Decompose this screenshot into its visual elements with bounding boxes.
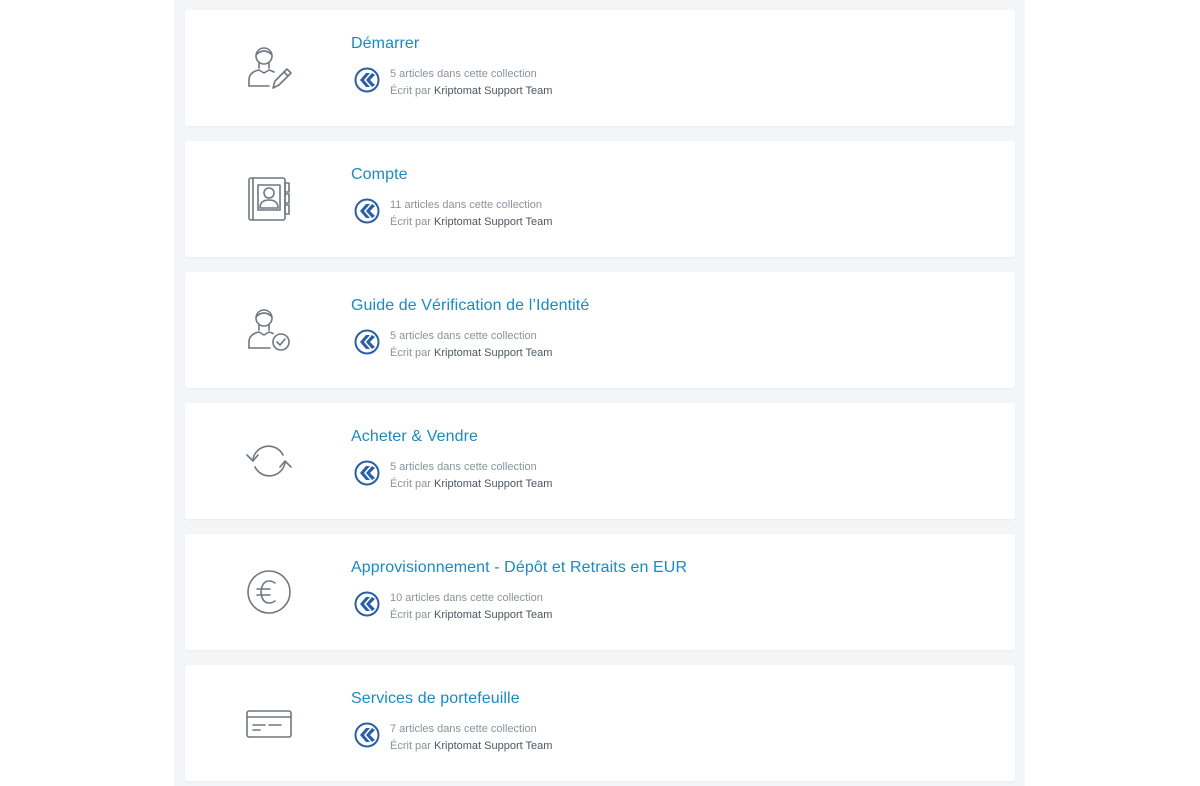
written-by-prefix: Écrit par: [390, 609, 431, 621]
user-check-icon: [243, 304, 295, 356]
credit-card-icon: [243, 697, 295, 749]
written-by: Écrit par Kriptomat Support Team: [390, 607, 552, 624]
user-edit-icon: [243, 42, 295, 94]
written-by: Écrit par Kriptomat Support Team: [390, 83, 552, 100]
collection-title[interactable]: Guide de Vérification de l’Identité: [351, 297, 589, 315]
collection-title[interactable]: Acheter & Vendre: [351, 428, 478, 446]
collection-meta: 11 articles dans cette collection Écrit …: [390, 197, 552, 231]
collection-title[interactable]: Services de portefeuille: [351, 690, 520, 708]
article-count: 5 articles dans cette collection: [390, 68, 537, 80]
written-by-prefix: Écrit par: [390, 85, 431, 97]
exchange-arrows-icon: [243, 435, 295, 487]
author-name: Kriptomat Support Team: [434, 478, 553, 490]
author-avatar: [353, 66, 381, 94]
collection-meta: 5 articles dans cette collection Écrit p…: [390, 459, 552, 493]
article-count: 5 articles dans cette collection: [390, 461, 537, 473]
collection-title[interactable]: Compte: [351, 166, 408, 184]
author-name: Kriptomat Support Team: [434, 347, 553, 359]
author-avatar: [353, 328, 381, 356]
collection-title[interactable]: Démarrer: [351, 35, 419, 53]
author-name: Kriptomat Support Team: [434, 740, 553, 752]
collection-meta: 5 articles dans cette collection Écrit p…: [390, 328, 552, 362]
collection-card-demarrer[interactable]: Démarrer 5 articles dans cette collectio…: [185, 10, 1015, 126]
collection-card-verification[interactable]: Guide de Vérification de l’Identité 5 ar…: [185, 272, 1015, 388]
author-avatar: [353, 459, 381, 487]
collection-card-approvisionnement[interactable]: Approvisionnement - Dépôt et Retraits en…: [185, 534, 1015, 650]
author-avatar: [353, 590, 381, 618]
collection-card-compte[interactable]: Compte 11 articles dans cette collection…: [185, 141, 1015, 257]
article-count: 10 articles dans cette collection: [390, 592, 543, 604]
written-by: Écrit par Kriptomat Support Team: [390, 345, 552, 362]
address-book-icon: [243, 173, 295, 225]
collection-meta: 5 articles dans cette collection Écrit p…: [390, 66, 552, 100]
written-by: Écrit par Kriptomat Support Team: [390, 738, 552, 755]
euro-circle-icon: [243, 566, 295, 618]
article-count: 11 articles dans cette collection: [390, 199, 543, 211]
help-center-page: Démarrer 5 articles dans cette collectio…: [0, 0, 1200, 786]
written-by-prefix: Écrit par: [390, 478, 431, 490]
written-by-prefix: Écrit par: [390, 740, 431, 752]
written-by: Écrit par Kriptomat Support Team: [390, 476, 552, 493]
written-by: Écrit par Kriptomat Support Team: [390, 214, 552, 231]
author-name: Kriptomat Support Team: [434, 609, 553, 621]
article-count: 5 articles dans cette collection: [390, 330, 537, 342]
article-count: 7 articles dans cette collection: [390, 723, 537, 735]
collection-title[interactable]: Approvisionnement - Dépôt et Retraits en…: [351, 559, 687, 577]
written-by-prefix: Écrit par: [390, 216, 431, 228]
written-by-prefix: Écrit par: [390, 347, 431, 359]
author-name: Kriptomat Support Team: [434, 85, 553, 97]
collection-meta: 10 articles dans cette collection Écrit …: [390, 590, 552, 624]
author-name: Kriptomat Support Team: [434, 216, 553, 228]
collection-card-acheter-vendre[interactable]: Acheter & Vendre 5 articles dans cette c…: [185, 403, 1015, 519]
author-avatar: [353, 721, 381, 749]
author-avatar: [353, 197, 381, 225]
collection-meta: 7 articles dans cette collection Écrit p…: [390, 721, 552, 755]
collections-list: Démarrer 5 articles dans cette collectio…: [174, 0, 1025, 786]
collection-card-portefeuille[interactable]: Services de portefeuille 7 articles dans…: [185, 665, 1015, 781]
